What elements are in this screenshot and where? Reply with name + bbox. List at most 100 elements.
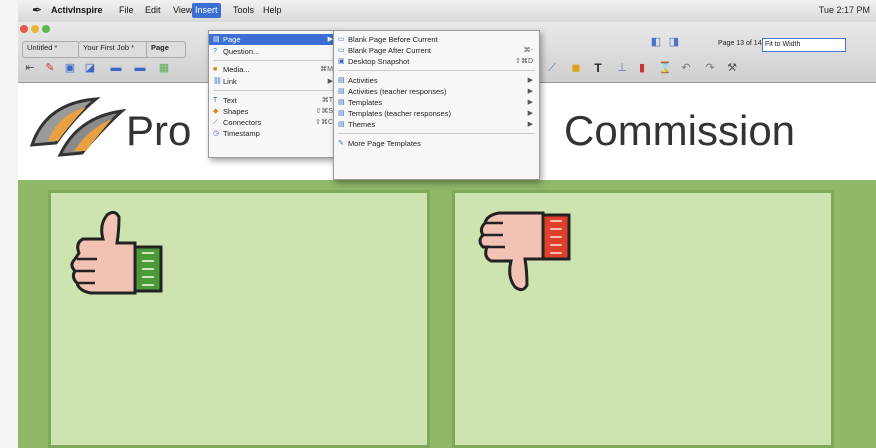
title-pro: Pro [126,107,192,154]
spacecraft-logo [29,97,126,157]
submenu-arrow-icon: ▶ [527,99,533,106]
submenu-blank-before[interactable]: ▭ Blank Page Before Current [334,34,539,45]
insert-menu-connectors[interactable]: ⟋ Connectors ⇧⌘C [209,117,339,128]
submenu-arrow-icon: ▶ [527,88,533,95]
insert-menu-question[interactable]: ? Question... [209,46,339,57]
image-tool-icon[interactable]: ▣ [64,62,76,74]
tab-untitled[interactable]: Untitled * [22,41,80,58]
redo-icon[interactable]: ↷ [704,62,716,74]
highlighter-tool-icon[interactable]: ▬ [110,62,122,74]
submenu-activities-teacher[interactable]: ▤ Activities (teacher responses) ▶ [334,86,539,97]
screen: ✒ ActivInspire File Edit View Insert Too… [18,0,876,448]
insert-menu-timestamp-label: Timestamp [223,129,260,138]
timestamp-icon: ◷ [213,130,220,137]
page-submenu: ▭ Blank Page Before Current ▭ Blank Page… [333,30,540,180]
submenu-desktop-snapshot[interactable]: ▣ Desktop Snapshot ⇧⌘D [334,56,539,67]
pro-panel [48,190,430,448]
undo-icon[interactable]: ↶ [680,62,692,74]
zoom-window-icon[interactable] [42,25,50,33]
thumbs-down-icon [478,211,571,292]
page-indicator: Page 13 of 14 [718,40,762,47]
menu-bar: ✒ ActivInspire File Edit View Insert Too… [18,0,876,23]
insert-menu-text[interactable]: T Text ⌘T [209,95,339,106]
next-page-icon[interactable]: ◨ [668,36,680,48]
insert-menu-media-label: Media... [223,65,250,74]
insert-menu-shapes[interactable]: ◆ Shapes ⇧⌘S [209,106,339,117]
submenu-arrow-icon: ▶ [527,110,533,117]
insert-menu-link-label: Link [223,77,237,86]
app-logo-icon[interactable]: ✒ [32,3,42,17]
insert-menu-text-shortcut: ⌘T [321,97,333,104]
clock-tool-icon[interactable]: ⌛ [658,62,672,74]
insert-menu-timestamp[interactable]: ◷ Timestamp [209,128,339,139]
templates-icon: ▤ [338,110,345,117]
menu-file[interactable]: File [116,5,137,15]
menu-tools[interactable]: Tools [230,5,257,15]
menu-separator [338,133,535,134]
fill-tool-icon[interactable]: ▦ [158,62,170,74]
snapshot-icon: ▣ [338,58,345,65]
zoom-select[interactable]: Fit to Width [762,38,846,52]
submenu-themes-label: Themes [348,120,376,129]
submenu-desktop-snapshot-shortcut: ⇧⌘D [515,58,533,65]
camera-tool-icon[interactable]: ◼ [570,62,582,74]
shape-tool-icon[interactable]: ⊥ [616,62,628,74]
minimize-window-icon[interactable] [31,25,39,33]
tab-your-first-job[interactable]: Your First Job * [78,41,150,58]
question-icon: ? [213,48,217,55]
submenu-templates[interactable]: ▤ Templates ▶ [334,97,539,108]
connectors-icon: ⟋ [213,119,218,126]
submenu-themes[interactable]: ▤ Themes ▶ [334,119,539,130]
submenu-more-templates-label: More Page Templates [348,139,421,148]
menu-app-name[interactable]: ActivInspire [48,5,106,15]
submenu-blank-after-shortcut: ⌘- [523,47,533,54]
submenu-templates-label: Templates [348,98,383,107]
connector-tool-icon[interactable]: ▮ [636,62,648,74]
text-tool-icon[interactable]: T [592,62,604,74]
submenu-templates-teacher-label: Templates (teacher responses) [348,109,451,118]
insert-menu-link[interactable]: ⛓ Link ▶ [209,76,339,87]
submenu-templates-teacher[interactable]: ▤ Templates (teacher responses) ▶ [334,108,539,119]
prev-page-icon[interactable]: ◧ [650,36,662,48]
page-icon: ▤ [213,36,220,43]
left-margin-strip [0,0,18,448]
shapes-icon: ◆ [213,108,219,115]
insert-menu-text-label: Text [223,96,237,105]
submenu-blank-after-label: Blank Page After Current [348,46,431,55]
menu-help[interactable]: Help [260,5,285,15]
blank-page-icon: ▭ [338,36,345,43]
text-icon: T [213,97,218,104]
close-window-icon[interactable] [20,25,28,33]
submenu-more-templates[interactable]: ✎ More Page Templates [334,138,539,149]
thumbs-up-icon [70,210,163,295]
themes-icon: ▤ [338,121,345,128]
insert-menu-connectors-label: Connectors [223,118,262,127]
clock-status: Tue 2:17 PM [818,5,870,15]
pointer-tool-icon[interactable]: ⇤ [24,62,36,74]
submenu-activities-teacher-label: Activities (teacher responses) [348,87,447,96]
submenu-arrow-icon: ▶ [527,77,533,84]
submenu-activities[interactable]: ▤ Activities ▶ [334,75,539,86]
pen-tool-icon[interactable]: ✎ [44,62,56,74]
title-commission: Commission [564,107,796,154]
tab-page[interactable]: Page [146,41,186,58]
insert-menu-page[interactable]: ▤ Page ▶ [209,34,339,45]
magic-ink-icon[interactable]: ⟋ [546,62,558,74]
submenu-arrow-icon: ▶ [527,121,533,128]
insert-menu-media-shortcut: ⌘M [320,66,333,73]
insert-menu: ▤ Page ▶ ? Question... ■ Media... ⌘M ⛓ L… [208,30,340,158]
select-tool-icon[interactable]: ◪ [84,62,96,74]
insert-menu-media[interactable]: ■ Media... ⌘M [209,64,339,75]
menu-insert[interactable]: Insert [192,3,221,18]
insert-menu-shapes-shortcut: ⇧⌘S [315,108,333,115]
menu-separator [213,60,335,61]
submenu-blank-before-label: Blank Page Before Current [348,35,438,44]
menu-edit[interactable]: Edit [142,5,164,15]
submenu-desktop-snapshot-label: Desktop Snapshot [348,57,410,66]
submenu-blank-after[interactable]: ▭ Blank Page After Current ⌘- [334,45,539,56]
link-icon: ⛓ [213,78,222,85]
eraser-tool-icon[interactable]: ▬ [134,62,146,74]
activities-icon: ▤ [338,77,345,84]
submenu-activities-label: Activities [348,76,378,85]
tools-icon[interactable]: ⚒ [726,62,738,74]
